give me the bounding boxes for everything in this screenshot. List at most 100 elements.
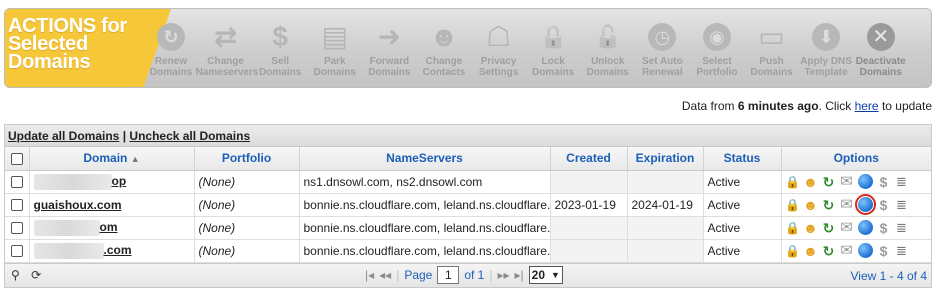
domain-cell[interactable]: op	[29, 170, 195, 194]
dns-globe-icon[interactable]	[857, 174, 873, 189]
domain-link[interactable]: op	[112, 174, 127, 188]
expiration-cell	[627, 239, 704, 263]
action-sell-domains-button[interactable]: $ Sell Domains	[254, 9, 306, 87]
last-page-icon[interactable]: ▸|	[515, 268, 524, 282]
column-header-nameservers[interactable]: NameServers	[299, 147, 551, 171]
table-row[interactable]: op (None) ns1.dnsowl.com, ns2.dnsowl.com Ac…	[5, 170, 931, 194]
action-apply-dns-template-button[interactable]: ⬇ Apply DNS Template	[800, 9, 852, 87]
database-icon[interactable]: ≣	[893, 219, 911, 237]
action-label: Select Portfolio	[696, 56, 738, 78]
database-icon[interactable]: ≣	[893, 173, 911, 191]
grid-toolbar: Update all Domains | Uncheck all Domains	[5, 125, 931, 147]
pager-separator: |	[396, 268, 400, 282]
contact-icon[interactable]: ☻	[802, 242, 820, 260]
table-row[interactable]: om (None) bonnie.ns.cloudflare.com, leland…	[5, 216, 931, 240]
action-park-domains-button[interactable]: ▤ Park Domains	[309, 9, 361, 87]
redacted-domain-part	[33, 242, 104, 259]
select-all-checkbox[interactable]	[10, 153, 23, 166]
status-cell: Active	[703, 216, 782, 240]
next-page-icon[interactable]: ▸▸	[497, 268, 509, 282]
lock-icon[interactable]: 🔒	[784, 242, 802, 260]
page-number-input[interactable]	[437, 266, 460, 284]
row-select-cell[interactable]	[5, 216, 30, 240]
action-push-domains-button[interactable]: ▭ Push Domains	[746, 9, 798, 87]
email-icon[interactable]: ✉	[838, 196, 856, 214]
lock-icon[interactable]: 🔒	[784, 219, 802, 237]
database-icon[interactable]: ≣	[893, 242, 911, 260]
first-page-icon[interactable]: |◂	[365, 268, 374, 282]
column-header-portfolio[interactable]: Portfolio	[194, 147, 300, 171]
email-icon[interactable]: ✉	[838, 219, 856, 237]
dns-globe-icon[interactable]	[857, 243, 873, 258]
action-set-auto-renewal-button[interactable]: ◷ Set Auto Renewal	[636, 9, 688, 87]
row-select-cell[interactable]	[5, 193, 30, 217]
prev-page-icon[interactable]: ◂◂	[379, 268, 391, 282]
deactivate-icon: ✕	[866, 22, 896, 52]
dns-globe-icon[interactable]	[857, 220, 873, 235]
action-deactivate-domains-button[interactable]: ✕ Deactivate Domains	[855, 9, 907, 87]
sell-icon[interactable]: $	[875, 242, 893, 260]
email-icon[interactable]: ✉	[838, 173, 856, 191]
action-forward-domains-button[interactable]: ➜ Forward Domains	[363, 9, 415, 87]
column-header-domain-label: Domain	[83, 151, 128, 166]
expiration-cell	[627, 216, 704, 240]
action-privacy-settings-button[interactable]: ☖ Privacy Settings	[473, 9, 525, 87]
page-size-select[interactable]: 20 ▼	[528, 266, 563, 284]
domains-table: Domain ▲ Portfolio NameServers Created E…	[5, 147, 931, 263]
renew-icon[interactable]: ↻	[820, 173, 838, 191]
domain-link[interactable]: guaishoux.com	[34, 198, 122, 212]
column-header-expiration[interactable]: Expiration	[627, 147, 704, 171]
row-select-cell[interactable]	[5, 170, 30, 194]
lock-icon[interactable]: 🔒	[784, 196, 802, 214]
refresh-icon[interactable]: ⟳	[31, 268, 41, 282]
action-label: Push Domains	[750, 56, 793, 78]
row-checkbox[interactable]	[10, 245, 23, 258]
action-change-contacts-button[interactable]: ☻ Change Contacts	[418, 9, 470, 87]
actions-list: ↻ Renew Domains ⇄ Change Nameservers $ Sell D…	[145, 9, 931, 87]
email-icon[interactable]: ✉	[838, 242, 856, 260]
update-link[interactable]: here	[855, 99, 879, 113]
domain-link[interactable]: om	[100, 220, 118, 234]
sell-icon[interactable]: $	[875, 173, 893, 191]
select-all-header[interactable]	[5, 147, 30, 171]
column-header-created[interactable]: Created	[550, 147, 628, 171]
sell-icon[interactable]: $	[875, 219, 893, 237]
expiration-cell: 2024-01-19	[627, 193, 704, 217]
row-checkbox[interactable]	[10, 199, 23, 212]
table-row[interactable]: .com (None) bonnie.ns.cloudflare.com, lela…	[5, 239, 931, 263]
renew-icon[interactable]: ↻	[820, 196, 838, 214]
row-select-cell[interactable]	[5, 239, 30, 263]
column-header-domain[interactable]: Domain ▲	[29, 147, 195, 171]
contact-icon[interactable]: ☻	[802, 196, 820, 214]
lock-icon[interactable]: 🔒	[784, 173, 802, 191]
created-cell: 2023-01-19	[550, 193, 628, 217]
portfolio-cell: (None)	[194, 216, 300, 240]
row-checkbox[interactable]	[10, 176, 23, 189]
action-change-nameservers-button[interactable]: ⇄ Change Nameservers	[196, 9, 259, 87]
domain-cell[interactable]: om	[29, 216, 195, 240]
action-select-portfolio-button[interactable]: ◉ Select Portfolio	[691, 9, 743, 87]
domain-link[interactable]: .com	[104, 243, 132, 257]
domain-cell[interactable]: .com	[29, 239, 195, 263]
uncheck-all-domains-link[interactable]: Uncheck all Domains	[129, 129, 250, 143]
action-label: Apply DNS Template	[800, 56, 852, 78]
status-cell: Active	[703, 193, 782, 217]
contact-icon[interactable]: ☻	[802, 219, 820, 237]
database-icon[interactable]: ≣	[893, 196, 911, 214]
domain-cell[interactable]: guaishoux.com	[29, 193, 195, 217]
renew-icon[interactable]: ↻	[820, 219, 838, 237]
action-unlock-domains-button[interactable]: 🔓 Unlock Domains	[582, 9, 634, 87]
search-icon[interactable]: ⚲	[11, 268, 20, 282]
contact-icon[interactable]: ☻	[802, 173, 820, 191]
arrow-right-icon: ➜	[377, 21, 402, 52]
row-checkbox[interactable]	[10, 222, 23, 235]
action-renew-domains-button[interactable]: ↻ Renew Domains	[145, 9, 197, 87]
action-lock-domains-button[interactable]: 🔒 Lock Domains	[527, 9, 579, 87]
table-row[interactable]: guaishoux.com (None) bonnie.ns.cloudflare.…	[5, 193, 931, 217]
column-header-status[interactable]: Status	[703, 147, 782, 171]
dns-globe-icon[interactable]	[854, 194, 876, 215]
renew-icon[interactable]: ↻	[820, 242, 838, 260]
sell-icon[interactable]: $	[875, 196, 893, 214]
update-all-domains-link[interactable]: Update all Domains	[8, 129, 119, 143]
action-label: Sell Domains	[259, 56, 302, 78]
